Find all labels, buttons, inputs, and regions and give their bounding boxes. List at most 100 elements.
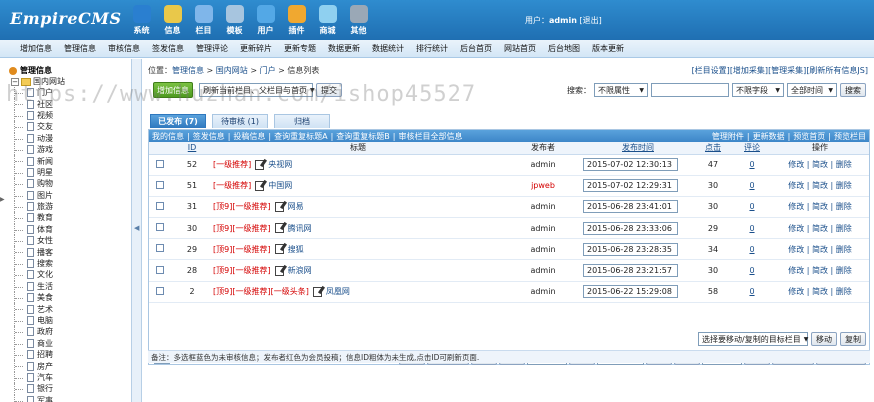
col-id[interactable]: ID: [171, 142, 213, 155]
row-checkbox[interactable]: [156, 265, 164, 274]
edit-icon[interactable]: [255, 180, 265, 191]
sidebar-item-label[interactable]: 交友: [37, 121, 53, 132]
row-title-link[interactable]: 搜狐: [288, 244, 304, 255]
edit-icon[interactable]: [274, 265, 284, 276]
sidebar-item[interactable]: 图片: [14, 189, 53, 201]
sidebar-item[interactable]: 社区: [14, 98, 53, 110]
row-title-link[interactable]: 腾讯网: [288, 223, 312, 234]
top-nav-user[interactable]: 用户: [250, 2, 281, 38]
sidebar-item[interactable]: 搜索: [14, 257, 53, 270]
menu-item[interactable]: 数据统计: [372, 43, 404, 54]
row-title-link[interactable]: 央视网: [268, 159, 292, 170]
search-input[interactable]: [651, 83, 729, 97]
sidebar-item-label[interactable]: 旅游: [37, 201, 53, 212]
menu-item[interactable]: 更新碎片: [240, 43, 272, 54]
sidebar-item-label[interactable]: 政府: [37, 326, 53, 337]
sidebar-item[interactable]: 政府: [14, 326, 53, 338]
sidebar-item[interactable]: 电脑: [14, 314, 53, 327]
row-comments-link[interactable]: 0: [749, 160, 754, 169]
sidebar-item-label[interactable]: 视频: [37, 110, 53, 121]
menu-item[interactable]: 更新专题: [284, 43, 316, 54]
sidebar-item-label[interactable]: 动漫: [37, 133, 53, 144]
pubtime-input[interactable]: 2015-06-22 15:29:08: [583, 285, 678, 299]
collapse-tree-icon[interactable]: −: [11, 77, 19, 86]
sidebar-item-label[interactable]: 体育: [37, 224, 53, 235]
sidebar-item-label[interactable]: 艺术: [37, 304, 53, 315]
sidebar-item-label[interactable]: 搜索: [37, 258, 53, 269]
sidebar-item[interactable]: 教育: [14, 212, 53, 224]
column-link[interactable]: [管理采集]: [768, 66, 806, 75]
sidebar-item[interactable]: 新闻: [14, 155, 53, 167]
pubtime-input[interactable]: 2015-07-02 12:30:13: [583, 158, 678, 172]
sidebar-item[interactable]: 美食: [14, 292, 53, 304]
target-column-select[interactable]: 选择要移动/复制的目标栏目 ▼: [698, 332, 808, 346]
row-checkbox[interactable]: [156, 201, 164, 210]
sidebar-item-label[interactable]: 女性: [37, 235, 53, 246]
sidebar-item-label[interactable]: 购物: [37, 178, 53, 189]
row-ops-links[interactable]: 修改 | 简改 | 删除: [788, 224, 852, 233]
row-comments-link[interactable]: 0: [749, 287, 754, 296]
sidebar-item[interactable]: 商业: [14, 337, 53, 349]
submit-button[interactable]: 提交: [316, 83, 342, 97]
col-comments[interactable]: 评论: [733, 142, 771, 155]
menu-item[interactable]: 排行统计: [416, 43, 448, 54]
col-clicks[interactable]: 点击: [693, 142, 733, 155]
collapse-arrow-icon[interactable]: ◀: [134, 224, 139, 232]
sidebar-item[interactable]: 明星: [14, 166, 53, 179]
sidebar-collapse-bar[interactable]: ◀: [132, 59, 142, 402]
sidebar-item-label[interactable]: 播客: [37, 247, 53, 258]
edit-icon[interactable]: [274, 201, 284, 212]
menu-item[interactable]: 后台首页: [460, 43, 492, 54]
top-nav-folder[interactable]: 栏目: [188, 2, 219, 38]
breadcrumb-item[interactable]: 门户: [260, 66, 276, 75]
sidebar-item[interactable]: 艺术: [14, 303, 53, 315]
sidebar-item-label[interactable]: 商业: [37, 338, 53, 349]
sidebar-item-label[interactable]: 军事: [37, 395, 53, 402]
row-checkbox[interactable]: [156, 223, 164, 232]
row-title-link[interactable]: 网易: [288, 201, 304, 212]
time-range-select[interactable]: 全部时间 ▼: [787, 83, 837, 97]
pubtime-input[interactable]: 2015-06-28 23:21:57: [583, 264, 678, 278]
row-title-link[interactable]: 中国网: [268, 180, 292, 191]
expand-arrow-icon[interactable]: ▶: [0, 196, 5, 203]
menu-item[interactable]: 数据更新: [328, 43, 360, 54]
row-comments-link[interactable]: 0: [749, 202, 754, 211]
row-comments-link[interactable]: 0: [749, 224, 754, 233]
row-ops-links[interactable]: 修改 | 简改 | 删除: [788, 266, 852, 275]
menu-item[interactable]: 管理评论: [196, 43, 228, 54]
sidebar-item[interactable]: 播客: [14, 246, 53, 258]
top-nav-shop[interactable]: 商城: [312, 2, 343, 38]
row-id[interactable]: 31: [171, 196, 213, 219]
row-id[interactable]: 51: [171, 175, 213, 197]
edit-icon[interactable]: [255, 159, 265, 170]
sidebar-item[interactable]: 购物: [14, 178, 53, 190]
menu-item[interactable]: 审核信息: [108, 43, 140, 54]
sidebar-item[interactable]: 门户: [14, 87, 53, 99]
attribute-select[interactable]: 不限属性 ▼: [594, 83, 648, 97]
sidebar-item-label[interactable]: 电脑: [37, 315, 53, 326]
sidebar-item-label[interactable]: 游戏: [37, 144, 53, 155]
sidebar-item[interactable]: 体育: [14, 223, 53, 236]
column-link[interactable]: [增加采集]: [730, 66, 768, 75]
top-nav-globe[interactable]: 系统: [126, 2, 157, 38]
add-info-button[interactable]: 增加信息: [153, 82, 193, 98]
sidebar-item-label[interactable]: 图片: [37, 190, 53, 201]
tab-1[interactable]: 待审核 (1): [212, 114, 268, 128]
list-link[interactable]: 投稿信息: [233, 132, 265, 141]
top-nav-window[interactable]: 模板: [219, 2, 250, 38]
row-id[interactable]: 28: [171, 259, 213, 282]
row-title-link[interactable]: 新浪网: [288, 265, 312, 276]
pubtime-input[interactable]: 2015-06-28 23:41:01: [583, 200, 678, 214]
list-link[interactable]: 预览首页: [793, 132, 825, 141]
row-id[interactable]: 2: [171, 281, 213, 303]
sidebar-item[interactable]: 女性: [14, 235, 53, 247]
sidebar-item-label[interactable]: 社区: [37, 99, 53, 110]
sidebar-item[interactable]: 房产: [14, 360, 53, 372]
sidebar-item[interactable]: 军事: [14, 394, 53, 402]
move-button[interactable]: 移动: [811, 332, 837, 346]
sidebar-item-label[interactable]: 门户: [37, 87, 53, 98]
sidebar-item-label[interactable]: 汽车: [37, 372, 53, 383]
sidebar-item-label[interactable]: 文化: [37, 269, 53, 280]
edit-icon[interactable]: [274, 223, 284, 234]
sidebar-item[interactable]: 交友: [14, 121, 53, 133]
